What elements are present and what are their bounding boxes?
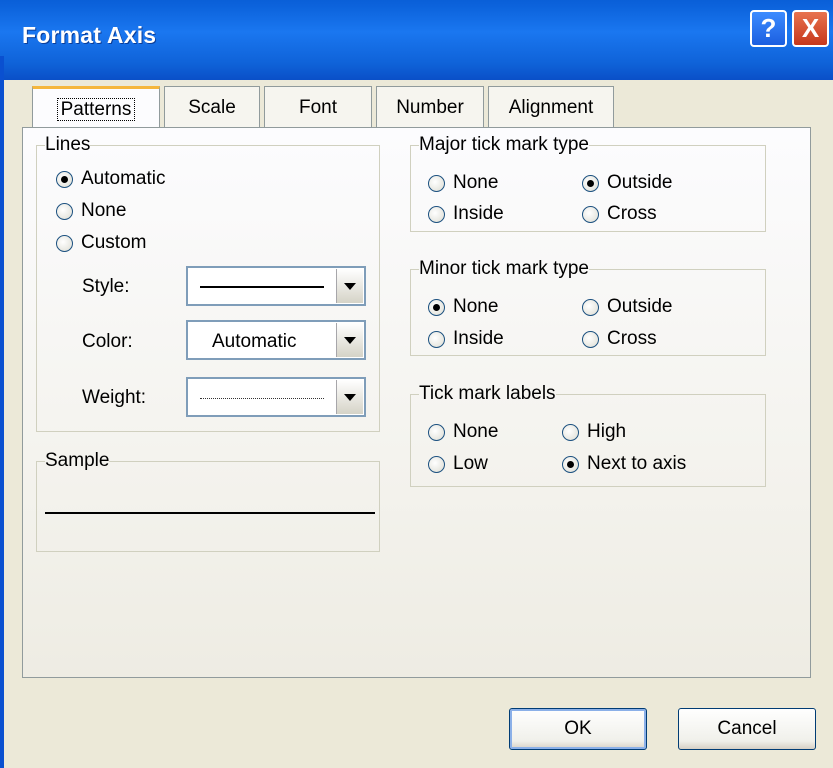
radio-dot	[562, 423, 579, 441]
tab-number[interactable]: Number	[376, 86, 484, 128]
radio-dot	[56, 202, 73, 220]
labels-low-radio[interactable]: Low	[428, 453, 488, 475]
cancel-button[interactable]: Cancel	[678, 708, 816, 750]
radio-label: Inside	[453, 328, 504, 349]
lines-legend: Lines	[45, 134, 91, 155]
format-axis-dialog: Format Axis ? X Patterns Scale Font Numb…	[0, 0, 833, 768]
radio-label: Cross	[607, 203, 657, 224]
radio-dot	[428, 174, 445, 192]
radio-dot	[582, 174, 599, 192]
lines-custom-radio[interactable]: Custom	[56, 232, 146, 254]
radio-label: Inside	[453, 203, 504, 224]
radio-label: Custom	[81, 232, 147, 253]
title-bar[interactable]: Format Axis ? X	[0, 0, 833, 80]
labels-none-radio[interactable]: None	[428, 421, 498, 443]
radio-label: Next to axis	[587, 453, 687, 474]
radio-dot	[428, 205, 445, 223]
color-value: Automatic	[212, 331, 297, 352]
radio-dot	[582, 298, 599, 316]
style-preview-line	[200, 286, 324, 288]
close-icon[interactable]: X	[792, 10, 829, 47]
radio-label: None	[453, 172, 499, 193]
sample-legend: Sample	[45, 450, 110, 471]
major-none-radio[interactable]: None	[428, 172, 498, 194]
tab-scale[interactable]: Scale	[164, 86, 260, 128]
tab-alignment[interactable]: Alignment	[488, 86, 614, 128]
labels-next-to-axis-radio[interactable]: Next to axis	[562, 453, 686, 475]
tick-labels-legend: Tick mark labels	[419, 383, 556, 404]
tab-patterns-label: Patterns	[56, 98, 136, 121]
radio-dot	[582, 205, 599, 223]
style-label: Style:	[82, 276, 130, 297]
chevron-down-icon[interactable]	[336, 323, 363, 357]
color-select[interactable]: Automatic	[186, 320, 366, 360]
sample-group: Sample	[36, 450, 380, 552]
ok-button[interactable]: OK	[509, 708, 647, 750]
weight-label: Weight:	[82, 387, 147, 408]
tab-font[interactable]: Font	[264, 86, 372, 128]
chevron-down-icon[interactable]	[336, 380, 363, 414]
chevron-down-icon[interactable]	[336, 269, 363, 303]
lines-automatic-radio[interactable]: Automatic	[56, 168, 165, 190]
radio-dot	[56, 234, 73, 252]
radio-dot	[562, 455, 579, 473]
radio-dot	[428, 330, 445, 348]
lines-none-radio[interactable]: None	[56, 200, 126, 222]
minor-tick-legend: Minor tick mark type	[419, 258, 589, 279]
major-cross-radio[interactable]: Cross	[582, 203, 657, 225]
weight-select[interactable]	[186, 377, 366, 417]
radio-dot	[56, 170, 73, 188]
sample-line-preview	[45, 512, 375, 514]
window-border	[0, 56, 4, 768]
minor-none-radio[interactable]: None	[428, 296, 498, 318]
radio-label: Low	[453, 453, 488, 474]
radio-label: Automatic	[81, 168, 166, 189]
radio-label: Outside	[607, 296, 673, 317]
radio-dot	[582, 330, 599, 348]
tab-patterns[interactable]: Patterns	[32, 86, 160, 128]
major-tick-legend: Major tick mark type	[419, 134, 589, 155]
radio-dot	[428, 298, 445, 316]
radio-label: Outside	[607, 172, 673, 193]
window-title: Format Axis	[22, 22, 157, 48]
radio-label: None	[81, 200, 127, 221]
weight-preview-line	[200, 398, 324, 399]
minor-inside-radio[interactable]: Inside	[428, 328, 504, 350]
radio-label: Cross	[607, 328, 657, 349]
radio-label: None	[453, 421, 499, 442]
radio-label: None	[453, 296, 499, 317]
minor-cross-radio[interactable]: Cross	[582, 328, 657, 350]
minor-outside-radio[interactable]: Outside	[582, 296, 672, 318]
radio-label: High	[587, 421, 627, 442]
labels-high-radio[interactable]: High	[562, 421, 626, 443]
style-select[interactable]	[186, 266, 366, 306]
radio-dot	[428, 423, 445, 441]
help-icon[interactable]: ?	[750, 10, 787, 47]
major-inside-radio[interactable]: Inside	[428, 203, 504, 225]
radio-dot	[428, 455, 445, 473]
color-label: Color:	[82, 331, 133, 352]
major-outside-radio[interactable]: Outside	[582, 172, 672, 194]
